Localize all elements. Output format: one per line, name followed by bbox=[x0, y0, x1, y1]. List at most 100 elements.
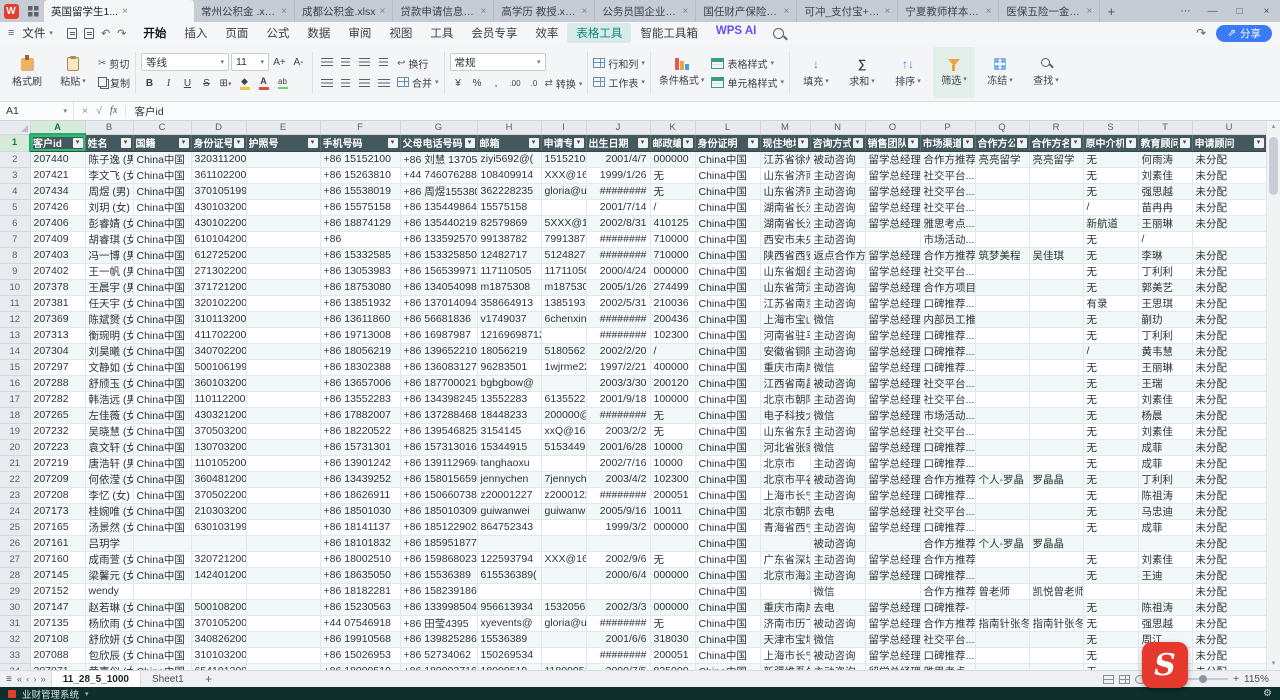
cell[interactable]: +86 15575158 bbox=[320, 199, 400, 215]
cell[interactable] bbox=[246, 167, 320, 183]
menu-tab[interactable]: 公式 bbox=[257, 23, 298, 43]
cell[interactable]: 去电 bbox=[810, 599, 865, 615]
cell[interactable]: 上海市长宁 bbox=[760, 647, 810, 663]
cell[interactable]: +86 1877000215 bbox=[400, 375, 477, 391]
filter-icon[interactable]: ▾ bbox=[1071, 138, 1081, 148]
cell[interactable]: 主动咨询 bbox=[810, 423, 865, 439]
header-cell[interactable]: 现住地址▾ bbox=[760, 134, 810, 151]
cell[interactable]: 留学总经理 bbox=[865, 359, 920, 375]
cell[interactable]: 留学总经理 bbox=[865, 311, 920, 327]
row-number[interactable]: 11 bbox=[0, 295, 30, 311]
cell[interactable]: 天津市宝坻 bbox=[760, 631, 810, 647]
cell[interactable]: 江西省南昌 bbox=[760, 375, 810, 391]
cell[interactable] bbox=[975, 567, 1029, 583]
cell[interactable]: 无 bbox=[650, 615, 695, 631]
cell[interactable]: 207208 bbox=[30, 487, 85, 503]
cell[interactable]: +86 18595187726 bbox=[400, 535, 477, 551]
cell[interactable]: 衡琬明 (女 bbox=[85, 327, 133, 343]
cell[interactable]: 无 bbox=[650, 167, 695, 183]
scrollbar-thumb[interactable] bbox=[1269, 137, 1278, 195]
cell[interactable]: 274499 bbox=[650, 279, 695, 295]
cell[interactable]: China中国 bbox=[695, 375, 760, 391]
cell[interactable]: 留学总经理 bbox=[865, 487, 920, 503]
cell[interactable]: 2001/6/6 bbox=[586, 631, 650, 647]
header-cell[interactable]: 咨询方式▾ bbox=[810, 134, 865, 151]
sheet-tab[interactable]: 11_28_5_1000 bbox=[51, 671, 141, 687]
cell[interactable]: +86 周煜155380 bbox=[400, 183, 477, 199]
cell[interactable]: 李琳 bbox=[1138, 247, 1192, 263]
cell[interactable]: 留学总经理 bbox=[865, 455, 920, 471]
close-tab-icon[interactable]: × bbox=[481, 6, 487, 17]
cell[interactable]: 207160 bbox=[30, 551, 85, 567]
header-cell[interactable]: 合作方名称▾ bbox=[1029, 134, 1083, 151]
cell[interactable]: 微信 bbox=[810, 583, 865, 599]
cell[interactable]: 370105200210270824 bbox=[191, 615, 246, 631]
cell[interactable]: 留学总经理 bbox=[865, 471, 920, 487]
cell[interactable]: 文静如 (女 bbox=[85, 359, 133, 375]
filter-icon[interactable]: ▾ bbox=[465, 138, 475, 148]
cell[interactable] bbox=[246, 567, 320, 583]
cell[interactable]: +86 1340540988 bbox=[400, 279, 477, 295]
cell[interactable]: 合作方推荐 bbox=[920, 535, 975, 551]
cell[interactable]: 207378 bbox=[30, 279, 85, 295]
cell[interactable]: 207265 bbox=[30, 407, 85, 423]
cell[interactable]: China中国 bbox=[133, 439, 191, 455]
cell[interactable]: 社交平台... bbox=[920, 503, 975, 519]
cell[interactable]: 207403 bbox=[30, 247, 85, 263]
cell[interactable]: China中国 bbox=[695, 615, 760, 631]
cell[interactable]: 无 bbox=[1083, 407, 1138, 423]
cell[interactable]: 雅思考点... bbox=[920, 663, 975, 670]
cell[interactable]: +86 13439252 bbox=[320, 471, 400, 487]
cell[interactable]: 2002/3/3 bbox=[586, 599, 650, 615]
cell[interactable]: ######## bbox=[586, 311, 650, 327]
cell[interactable]: 未分配 bbox=[1192, 183, 1266, 199]
cell[interactable]: +86 18101832 bbox=[320, 535, 400, 551]
filter-icon[interactable]: ▾ bbox=[308, 138, 318, 148]
cell[interactable]: 无 bbox=[1083, 503, 1138, 519]
cell[interactable]: 207173 bbox=[30, 503, 85, 519]
cell[interactable]: 2002/2/20 bbox=[586, 343, 650, 359]
cell[interactable]: 630103199903020823 bbox=[191, 519, 246, 535]
cell[interactable]: China中国 bbox=[133, 615, 191, 631]
cell[interactable]: 丁利利 bbox=[1138, 263, 1192, 279]
cell[interactable]: 凯悦曾老师 bbox=[1029, 583, 1083, 599]
cell[interactable]: 207135 bbox=[30, 615, 85, 631]
row-number[interactable]: 32 bbox=[0, 631, 30, 647]
cell[interactable]: China中国 bbox=[133, 487, 191, 503]
cell[interactable]: 未分配 bbox=[1192, 503, 1266, 519]
cell[interactable]: 117110505 bbox=[541, 263, 586, 279]
cell[interactable]: 207152 bbox=[30, 583, 85, 599]
cell[interactable]: 微信 bbox=[810, 311, 865, 327]
cell[interactable]: China中国 bbox=[695, 567, 760, 583]
cell[interactable]: 2003/4/2 bbox=[586, 471, 650, 487]
cell[interactable]: 360103200303300725 bbox=[191, 375, 246, 391]
cell[interactable]: China中国 bbox=[695, 311, 760, 327]
cell[interactable]: 未分配 bbox=[1192, 599, 1266, 615]
cell[interactable]: 无 bbox=[1083, 663, 1138, 670]
cell[interactable]: 社交平台... bbox=[920, 391, 975, 407]
cell[interactable] bbox=[975, 519, 1029, 535]
header-cell[interactable]: 护照号▾ bbox=[246, 134, 320, 151]
cell[interactable]: China中国 bbox=[133, 311, 191, 327]
cell[interactable]: 丁利利 bbox=[1138, 471, 1192, 487]
cell[interactable]: 207223 bbox=[30, 439, 85, 455]
cell[interactable]: 主动咨询 bbox=[810, 455, 865, 471]
cell[interactable]: +86 18141137 bbox=[320, 519, 400, 535]
cell[interactable]: XXX@163. bbox=[541, 551, 586, 567]
row-number[interactable]: 8 bbox=[0, 247, 30, 263]
cell[interactable]: 无 bbox=[1083, 375, 1138, 391]
cell[interactable]: 207071 bbox=[30, 663, 85, 670]
cell[interactable]: +86 1339985047 bbox=[400, 599, 477, 615]
row-number[interactable]: 4 bbox=[0, 183, 30, 199]
cell[interactable] bbox=[246, 215, 320, 231]
cell[interactable]: 200436 bbox=[650, 311, 695, 327]
prev-sheet-icon[interactable]: ‹ bbox=[26, 674, 29, 685]
file-tab[interactable]: 英国留学生1... × bbox=[44, 0, 194, 22]
number-format-select[interactable]: 常规▾ bbox=[450, 53, 546, 71]
last-sheet-icon[interactable]: » bbox=[40, 674, 45, 685]
cell[interactable]: / bbox=[1138, 231, 1192, 247]
strikethrough-button[interactable]: S bbox=[198, 75, 215, 92]
filter-icon[interactable]: ▾ bbox=[179, 138, 189, 148]
cell[interactable]: 合作方推荐 bbox=[920, 247, 975, 263]
cell[interactable]: 200000@qq bbox=[541, 407, 586, 423]
